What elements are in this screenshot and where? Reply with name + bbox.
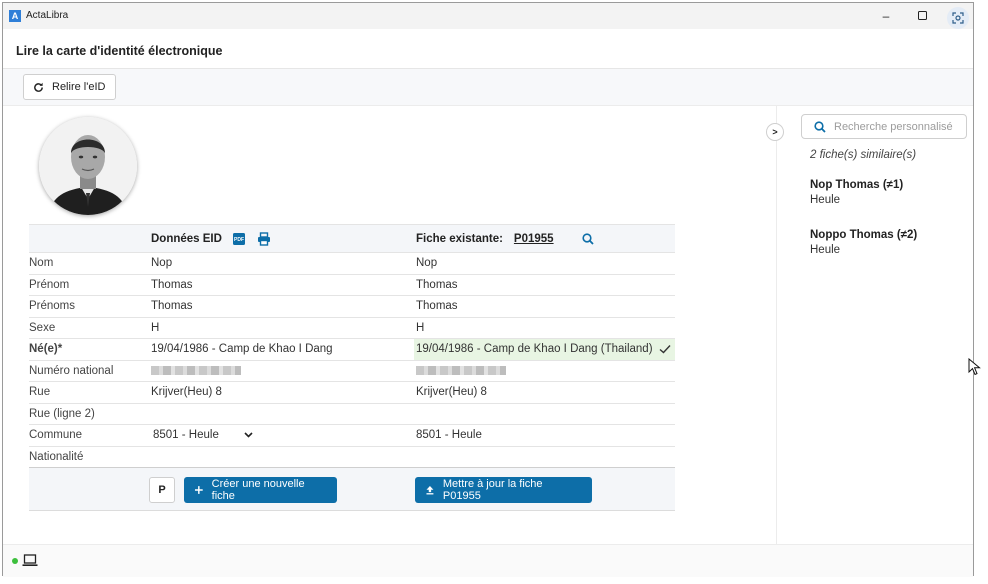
window-title: ActaLibra bbox=[26, 10, 69, 21]
row-commune: Commune 8501 - Heule 8501 - Heule bbox=[29, 425, 675, 447]
refresh-icon bbox=[34, 82, 43, 92]
row-rue: Rue Krijver(Heu) 8 Krijver(Heu) 8 bbox=[29, 382, 675, 404]
page-title: Lire la carte d'identité électronique bbox=[16, 44, 223, 58]
eid-value: Nop bbox=[151, 257, 173, 270]
row-rue-ligne2: Rue (ligne 2) bbox=[29, 404, 675, 425]
field-label: Né(e)* bbox=[29, 343, 63, 356]
custom-search-input[interactable] bbox=[834, 120, 962, 133]
row-nationalite: Nationalité bbox=[29, 447, 675, 468]
field-label: Rue bbox=[29, 386, 51, 399]
plus-icon bbox=[194, 486, 203, 494]
redacted-value bbox=[416, 366, 506, 376]
existing-record-link[interactable]: P01955 bbox=[512, 233, 554, 245]
title-bar: A ActaLibra – bbox=[3, 3, 973, 29]
similar-record-name: Nop Thomas (≠1) bbox=[810, 179, 904, 191]
existing-record-header: Fiche existante: bbox=[416, 232, 503, 245]
search-icon bbox=[814, 120, 826, 133]
row-nom: Nom Nop Nop bbox=[29, 253, 675, 275]
reload-eid-button[interactable]: Relire l'eID bbox=[23, 74, 117, 100]
similar-count: 2 fiche(s) similaire(s) bbox=[810, 149, 917, 161]
eid-value: H bbox=[151, 321, 160, 334]
status-bar bbox=[3, 544, 973, 577]
field-label: Sexe bbox=[29, 321, 56, 334]
app-logo: A bbox=[9, 10, 21, 22]
minimize-icon[interactable]: – bbox=[877, 8, 895, 24]
screen-capture-icon[interactable] bbox=[947, 7, 969, 29]
matched-value-cell: 19/04/1986 - Camp de Khao I Dang (Thaila… bbox=[414, 339, 675, 360]
custom-search-box[interactable] bbox=[801, 114, 967, 139]
field-label: Nationalité bbox=[29, 450, 84, 463]
field-label: Prénom bbox=[29, 278, 70, 291]
create-record-button[interactable]: Créer une nouvelle fiche bbox=[184, 477, 337, 503]
commune-select[interactable]: 8501 - Heule bbox=[149, 425, 414, 446]
upload-icon bbox=[426, 486, 434, 495]
similar-record-city: Heule bbox=[810, 194, 841, 206]
maximize-icon[interactable] bbox=[913, 8, 931, 24]
print-icon[interactable] bbox=[254, 230, 272, 248]
existing-value: Krijver(Heu) 8 bbox=[416, 386, 487, 399]
avatar bbox=[39, 117, 137, 215]
eid-value: 19/04/1986 - Camp de Khao I Dang bbox=[151, 343, 333, 356]
field-label: Rue (ligne 2) bbox=[29, 407, 95, 420]
eid-data-header: Données EID bbox=[151, 232, 222, 245]
action-bar: P Créer une nouvelle fiche Mettre à jour… bbox=[29, 468, 675, 511]
reload-eid-label: Relire l'eID bbox=[52, 81, 106, 93]
eid-value: Thomas bbox=[151, 278, 193, 291]
eid-value: Thomas bbox=[151, 300, 193, 313]
toolbar: Relire l'eID bbox=[3, 69, 973, 106]
commune-selected-value: 8501 - Heule bbox=[153, 429, 219, 442]
cursor-icon bbox=[968, 358, 981, 376]
existing-value: 8501 - Heule bbox=[416, 429, 482, 442]
chevron-down-icon bbox=[244, 432, 253, 438]
row-prenoms: Prénoms Thomas Thomas bbox=[29, 296, 675, 318]
field-label: Numéro national bbox=[29, 364, 114, 377]
existing-value: 19/04/1986 - Camp de Khao I Dang (Thaila… bbox=[416, 343, 653, 356]
existing-value: Nop bbox=[416, 257, 438, 270]
similar-record-city: Heule bbox=[810, 244, 841, 256]
search-icon[interactable] bbox=[578, 230, 596, 248]
comparison-table: Données EID PDF Fiche existante: P01955 … bbox=[29, 224, 675, 511]
field-label: Nom bbox=[29, 257, 54, 270]
row-prenom: Prénom Thomas Thomas bbox=[29, 275, 675, 296]
app-window: A ActaLibra – Lire la carte d'identité é… bbox=[2, 2, 974, 577]
field-label: Commune bbox=[29, 429, 83, 442]
row-sexe: Sexe H H bbox=[29, 318, 675, 339]
panel-divider bbox=[776, 106, 777, 544]
create-record-label: Créer une nouvelle fiche bbox=[211, 478, 305, 502]
page-header: Lire la carte d'identité électronique bbox=[3, 29, 973, 69]
similar-record-item[interactable]: Nop Thomas (≠1) Heule bbox=[810, 179, 903, 206]
existing-value: Thomas bbox=[416, 278, 458, 291]
row-naissance: Né(e)* 19/04/1986 - Camp de Khao I Dang … bbox=[29, 339, 675, 361]
similar-record-item[interactable]: Noppo Thomas (≠2) Heule bbox=[810, 229, 917, 256]
existing-value: Thomas bbox=[416, 300, 458, 313]
existing-value: H bbox=[416, 321, 425, 334]
check-icon bbox=[659, 345, 671, 354]
p-button[interactable]: P bbox=[149, 477, 175, 503]
comparison-header: Données EID PDF Fiche existante: P01955 bbox=[29, 224, 675, 253]
online-status-indicator bbox=[12, 558, 18, 564]
eid-value: Krijver(Heu) 8 bbox=[151, 386, 222, 399]
similar-record-name: Noppo Thomas (≠2) bbox=[810, 229, 918, 241]
field-label: Prénoms bbox=[29, 300, 76, 313]
update-record-label: Mettre à jour la fiche P01955 bbox=[442, 478, 543, 502]
laptop-icon[interactable] bbox=[22, 554, 38, 567]
sidebar-toggle-button[interactable]: > bbox=[766, 123, 784, 141]
svg-text:PDF: PDF bbox=[234, 237, 244, 243]
pdf-icon[interactable]: PDF bbox=[229, 230, 247, 248]
row-numero-national: Numéro national bbox=[29, 361, 675, 382]
update-record-button[interactable]: Mettre à jour la fiche P01955 bbox=[415, 477, 592, 503]
redacted-value bbox=[151, 366, 241, 376]
